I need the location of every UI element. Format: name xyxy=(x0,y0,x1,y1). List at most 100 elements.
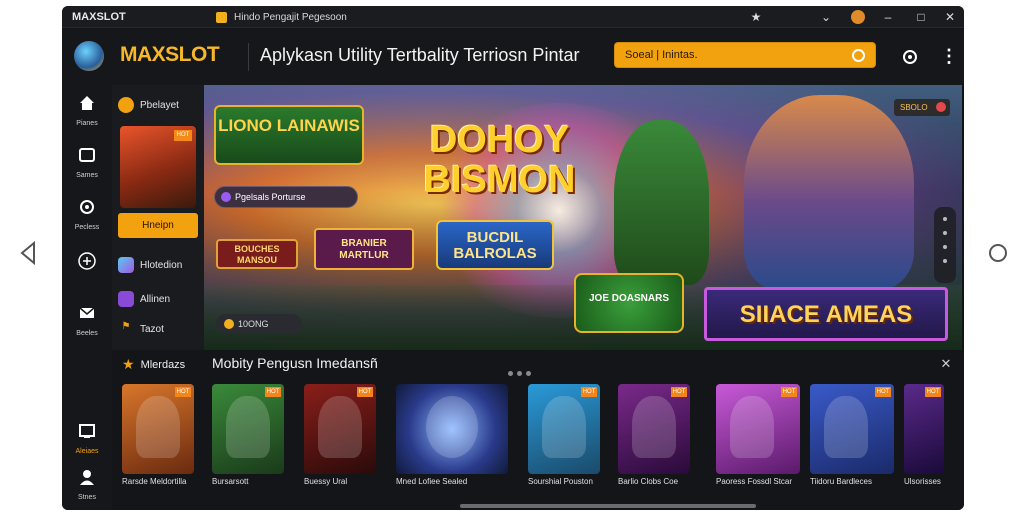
game-card[interactable]: HOT Tiidoru Bardleces xyxy=(810,384,894,489)
mini-search[interactable]: 10ONG xyxy=(216,314,302,334)
target-icon xyxy=(80,200,94,214)
game-name: Ulsorisses xyxy=(904,477,941,486)
hero-cta-banner[interactable]: SIIACE AMEAS xyxy=(704,287,948,341)
mail-icon xyxy=(79,307,95,318)
star-icon: ★ xyxy=(122,356,135,372)
minimize-icon[interactable]: – xyxy=(880,9,896,25)
sidebar: Pianes Sames Pecless Beeles Aleiaes Stne… xyxy=(62,85,112,510)
game-card[interactable]: HOT Buessy Ural xyxy=(304,384,376,489)
search-input[interactable]: Soeal | Inintas. xyxy=(614,42,876,68)
game-name: Rarsde Meldortilla xyxy=(122,477,187,486)
sidebar-item-mail[interactable]: Beeles xyxy=(62,303,112,337)
game-name: Buessy Ural xyxy=(304,477,348,486)
hero-banner[interactable]: LIONO LAINAWIS DOHOY BISMON Pgelsals Por… xyxy=(204,85,962,350)
game-card[interactable]: HOT Ulsorisses xyxy=(904,384,944,489)
coin-icon xyxy=(118,97,134,113)
hero-headline: DOHOY BISMON xyxy=(423,119,576,201)
game-card[interactable]: HOT Sourshial Pouston xyxy=(528,384,600,489)
gift-icon xyxy=(118,291,134,307)
featured-label[interactable]: ★ Mlerdazs xyxy=(122,356,185,373)
hero-tag[interactable]: SBOLO xyxy=(894,99,950,116)
back-nav-icon[interactable] xyxy=(16,240,42,266)
tab-favicon-icon xyxy=(216,12,227,23)
shield-icon xyxy=(78,252,96,270)
game-name: Tiidoru Bardleces xyxy=(810,477,872,486)
category-active-button[interactable]: Hneipn xyxy=(118,213,198,238)
game-card[interactable]: HOT Bursarsott xyxy=(212,384,284,489)
game-card[interactable]: HOT Rarsde Meldortilla xyxy=(122,384,194,489)
close-icon[interactable] xyxy=(936,102,946,112)
more-menu-icon[interactable]: ⋮ xyxy=(940,43,958,69)
game-thumbnail: HOT xyxy=(528,384,600,474)
game-logo-1[interactable]: LIONO LAINAWIS xyxy=(214,105,364,165)
game-thumbnail: HOT xyxy=(716,384,800,474)
diamond-icon xyxy=(118,257,134,273)
header-divider xyxy=(248,43,249,71)
search-placeholder: Soeal | Inintas. xyxy=(625,49,698,61)
home-icon xyxy=(80,96,94,110)
app-logo-icon xyxy=(74,41,104,71)
featured-section: ★ Mlerdazs Mobity Pengusn Imedansñ ✕ HOT… xyxy=(112,350,964,510)
game-thumbnail: HOT xyxy=(122,384,194,474)
flag-icon: ⚑ xyxy=(121,321,131,332)
search-icon[interactable] xyxy=(852,49,865,62)
game-card[interactable]: HOT Barlio Clobs Coe xyxy=(618,384,690,489)
user-icon xyxy=(80,470,94,485)
screen-icon xyxy=(79,424,95,438)
game-name: Barlio Clobs Coe xyxy=(618,477,679,486)
bookmark-icon[interactable]: ★ xyxy=(748,9,764,25)
game-logo-3[interactable]: BRANIER MARTLUR xyxy=(314,228,414,270)
game-thumbnail: HOT xyxy=(904,384,944,474)
game-card[interactable]: Mned Lofiee Sealed xyxy=(396,384,508,489)
sidebar-item-games[interactable]: Sames xyxy=(62,145,112,179)
game-thumbnail xyxy=(396,384,508,474)
hero-pill[interactable]: Pgelsals Porturse xyxy=(214,186,358,208)
page-title: Aplykasn Utility Tertbality Terriosn Pin… xyxy=(260,45,580,65)
game-thumbnail: HOT xyxy=(212,384,284,474)
category-header[interactable]: Pbelayet xyxy=(118,95,200,115)
maximize-icon[interactable]: □ xyxy=(913,9,929,25)
pager-dots[interactable] xyxy=(508,363,548,376)
carousel-scroll-control[interactable] xyxy=(934,207,956,283)
section-title: Mobity Pengusn Imedansñ xyxy=(212,355,378,371)
close-icon[interactable]: ✕ xyxy=(942,9,958,25)
list-item[interactable]: Allinen xyxy=(118,288,202,310)
sidebar-item-screen[interactable]: Aleiaes xyxy=(62,421,112,455)
game-name: Bursarsott xyxy=(212,477,249,486)
list-item[interactable]: ⚑ Tazot xyxy=(118,318,202,340)
sidebar-item-home[interactable]: Pianes xyxy=(62,93,112,127)
tab-title: Hindo Pengajit Pegesoon xyxy=(234,11,347,23)
game-thumbnail: HOT xyxy=(618,384,690,474)
window-brand: MAXSLOT xyxy=(72,10,126,23)
close-icon[interactable]: ✕ xyxy=(938,356,954,372)
coin-icon xyxy=(224,319,234,329)
hero-character-left xyxy=(614,120,709,285)
title-bar: MAXSLOT Hindo Pengajit Pegesoon ★ ⌄ – □ … xyxy=(62,6,964,28)
gem-icon xyxy=(221,192,231,202)
game-thumbnail: HOT xyxy=(810,384,894,474)
game-card[interactable]: HOT Paoress Fossdl Stcar xyxy=(716,384,800,489)
game-logo-2[interactable]: BOUCHES MANSOU xyxy=(216,239,298,269)
category-panel: Pbelayet HOT Hneipn xyxy=(112,85,204,350)
category-thumbnail[interactable]: HOT xyxy=(120,126,196,208)
hero-character-right xyxy=(744,95,914,290)
hot-badge: HOT xyxy=(174,130,192,141)
horizontal-scrollbar[interactable] xyxy=(460,504,756,508)
home-nav-icon[interactable] xyxy=(985,240,1011,266)
avatar[interactable] xyxy=(850,9,866,25)
chevron-down-icon[interactable]: ⌄ xyxy=(818,9,834,25)
game-logo-4[interactable]: BUCDIL BALROLAS xyxy=(436,220,554,270)
games-icon xyxy=(79,148,95,162)
app-header: MAXSLOT Aplykasn Utility Tertbality Terr… xyxy=(62,29,964,85)
sidebar-item-target[interactable]: Pecless xyxy=(62,197,112,231)
game-logo-5[interactable]: JOE DOASNARS xyxy=(574,273,684,333)
sidebar-item-shield[interactable] xyxy=(62,251,112,276)
settings-icon[interactable] xyxy=(900,47,920,67)
list-item[interactable]: Hlotedion xyxy=(118,254,202,276)
browser-tab[interactable]: Hindo Pengajit Pegesoon xyxy=(212,8,357,26)
game-name: Sourshial Pouston xyxy=(528,477,593,486)
sidebar-item-user[interactable]: Stnes xyxy=(62,467,112,501)
game-name: Paoress Fossdl Stcar xyxy=(716,477,793,486)
game-thumbnail: HOT xyxy=(304,384,376,474)
app-window: MAXSLOT Hindo Pengajit Pegesoon ★ ⌄ – □ … xyxy=(62,6,964,510)
